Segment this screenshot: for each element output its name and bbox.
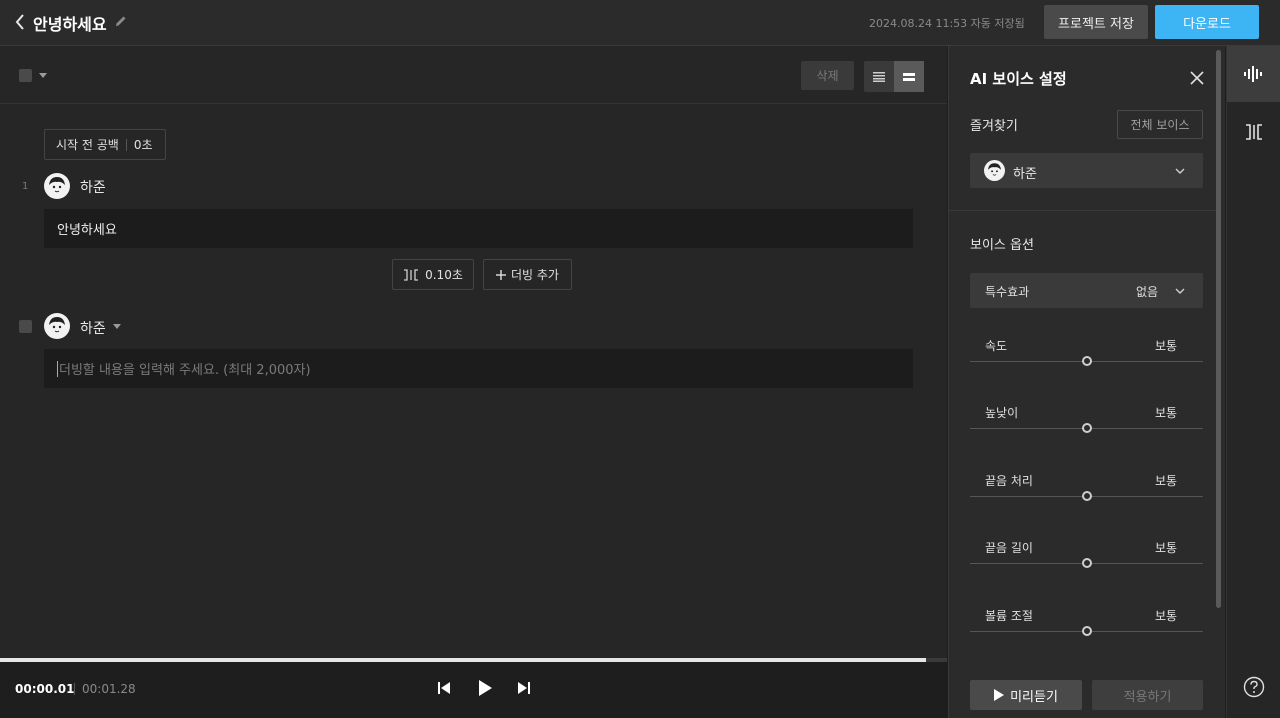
app-header: 안녕하세요 2024.08.24 11:53 자동 저장됨 프로젝트 저장 다운…: [0, 0, 1280, 46]
line-checkbox[interactable]: [19, 320, 32, 333]
editor-area: 삭제 시작 전 공백 0초 1 하준 안녕하세요 0.10초 더빙 추가 하준: [0, 46, 947, 658]
save-project-button[interactable]: 프로젝트 저장: [1044, 5, 1148, 39]
dubbing-placeholder: 더빙할 내용을 입력해 주세요. (최대 2,000자): [59, 363, 311, 378]
panel-divider: [949, 210, 1219, 211]
ending-length-slider[interactable]: 끝음 길이 보통: [970, 539, 1203, 579]
favorites-label: 즐겨찾기: [970, 119, 1018, 134]
pencil-icon[interactable]: [114, 13, 130, 29]
next-button[interactable]: [514, 678, 534, 698]
dubbing-text-input[interactable]: 더빙할 내용을 입력해 주세요. (최대 2,000자): [44, 349, 913, 388]
apply-button[interactable]: 적용하기: [1092, 680, 1203, 710]
slider-thumb[interactable]: [1081, 491, 1092, 501]
selected-voice-name: 하준: [1013, 167, 1037, 182]
speaker-name[interactable]: 하준: [80, 177, 106, 197]
gap-button[interactable]: 0.10초: [392, 259, 474, 290]
close-panel-button[interactable]: [1189, 70, 1205, 86]
avatar: [984, 160, 1005, 181]
slider-value: 보통: [1155, 609, 1178, 623]
help-icon: [1243, 676, 1265, 698]
voice-options-label: 보이스 옵션: [970, 238, 1034, 253]
gap-value: 0.10초: [425, 268, 463, 282]
list-view-button[interactable]: [864, 61, 894, 92]
block-view-button[interactable]: [894, 61, 924, 92]
panel-title: AI 보이스 설정: [970, 70, 1067, 88]
slider-value: 보통: [1155, 474, 1178, 488]
speaker-dropdown-caret[interactable]: [113, 324, 121, 329]
slider-thumb[interactable]: [1081, 558, 1092, 568]
pre-gap-value: 0초: [133, 138, 153, 152]
avatar[interactable]: [44, 313, 70, 339]
speaker-name[interactable]: 하준: [80, 318, 106, 338]
slider-label: 끝음 길이: [985, 541, 1033, 555]
help-button[interactable]: [1243, 676, 1265, 698]
slider-value: 보통: [1155, 541, 1178, 555]
side-rail: [1226, 46, 1280, 718]
select-menu-caret[interactable]: [39, 73, 47, 78]
download-button[interactable]: 다운로드: [1155, 5, 1259, 39]
dubbing-text[interactable]: 안녕하세요: [44, 209, 913, 248]
chevron-down-icon: [1175, 168, 1185, 174]
select-all-checkbox[interactable]: [19, 69, 32, 82]
voice-settings-panel: AI 보이스 설정 즐겨찾기 전체 보이스 하준 보이스 옵션 특수효과 없음 …: [948, 46, 1225, 718]
play-icon: [994, 689, 1005, 701]
gap-icon: [1246, 124, 1262, 140]
close-icon: [1190, 71, 1204, 85]
preview-button[interactable]: 미리듣기: [970, 680, 1082, 710]
previous-icon: [438, 682, 450, 694]
total-time: 00:01.28: [82, 682, 136, 696]
plus-icon: [496, 269, 506, 280]
autosave-status: 2024.08.24 11:53 자동 저장됨: [869, 17, 1025, 30]
rail-voice-settings[interactable]: [1227, 46, 1280, 102]
special-effect-select[interactable]: 특수효과 없음: [970, 273, 1203, 308]
effect-label: 특수효과: [985, 285, 1030, 299]
pre-gap-divider: [125, 138, 127, 151]
project-title[interactable]: 안녕하세요: [33, 11, 107, 35]
block-view-icon: [903, 72, 915, 81]
slider-label: 볼륨 조절: [985, 609, 1033, 623]
pre-start-gap[interactable]: 시작 전 공백 0초: [44, 129, 166, 160]
current-time: 00:00.01: [15, 682, 75, 696]
ending-tone-slider[interactable]: 끝음 처리 보통: [970, 472, 1203, 512]
next-icon: [518, 682, 530, 694]
slider-label: 속도: [985, 339, 1008, 353]
view-mode-toggle: [864, 61, 924, 92]
volume-slider[interactable]: 볼륨 조절 보통: [970, 607, 1203, 647]
favorite-voice-select[interactable]: 하준: [970, 153, 1203, 188]
previous-button[interactable]: [434, 678, 454, 698]
chevron-down-icon: [1175, 288, 1185, 294]
slider-value: 보통: [1155, 406, 1178, 420]
back-button[interactable]: [10, 11, 30, 33]
delete-button[interactable]: 삭제: [801, 61, 854, 90]
slider-label: 높낮이: [985, 406, 1019, 420]
avatar[interactable]: [44, 173, 70, 199]
back-icon: [15, 14, 24, 30]
all-voices-button[interactable]: 전체 보이스: [1117, 110, 1203, 139]
add-dubbing-label: 더빙 추가: [511, 268, 559, 282]
text-cursor: [57, 360, 58, 377]
effect-value: 없음: [1136, 285, 1159, 299]
slider-label: 끝음 처리: [985, 474, 1033, 488]
pitch-slider[interactable]: 높낮이 보통: [970, 404, 1203, 444]
slider-thumb[interactable]: [1081, 626, 1092, 636]
slider-value: 보통: [1155, 339, 1178, 353]
waveform-icon: [1244, 66, 1262, 82]
gap-icon: [404, 268, 419, 281]
slider-thumb[interactable]: [1081, 356, 1092, 366]
line-number: 1: [22, 181, 29, 192]
dubbing-text-content: 안녕하세요: [57, 223, 117, 238]
panel-scrollbar[interactable]: [1216, 50, 1221, 608]
player-bar: 00:00.01 00:01.28: [0, 662, 947, 718]
preview-label: 미리듣기: [1010, 689, 1058, 705]
pre-gap-label: 시작 전 공백: [56, 138, 119, 152]
play-icon: [479, 680, 492, 696]
speed-slider[interactable]: 속도 보통: [970, 337, 1203, 377]
slider-thumb[interactable]: [1081, 423, 1092, 433]
list-view-icon: [873, 71, 885, 82]
rail-gap-settings[interactable]: [1227, 104, 1280, 160]
editor-toolbar: 삭제: [0, 46, 947, 104]
add-dubbing-button[interactable]: 더빙 추가: [483, 259, 572, 290]
time-divider: [74, 683, 75, 695]
play-button[interactable]: [475, 678, 495, 698]
